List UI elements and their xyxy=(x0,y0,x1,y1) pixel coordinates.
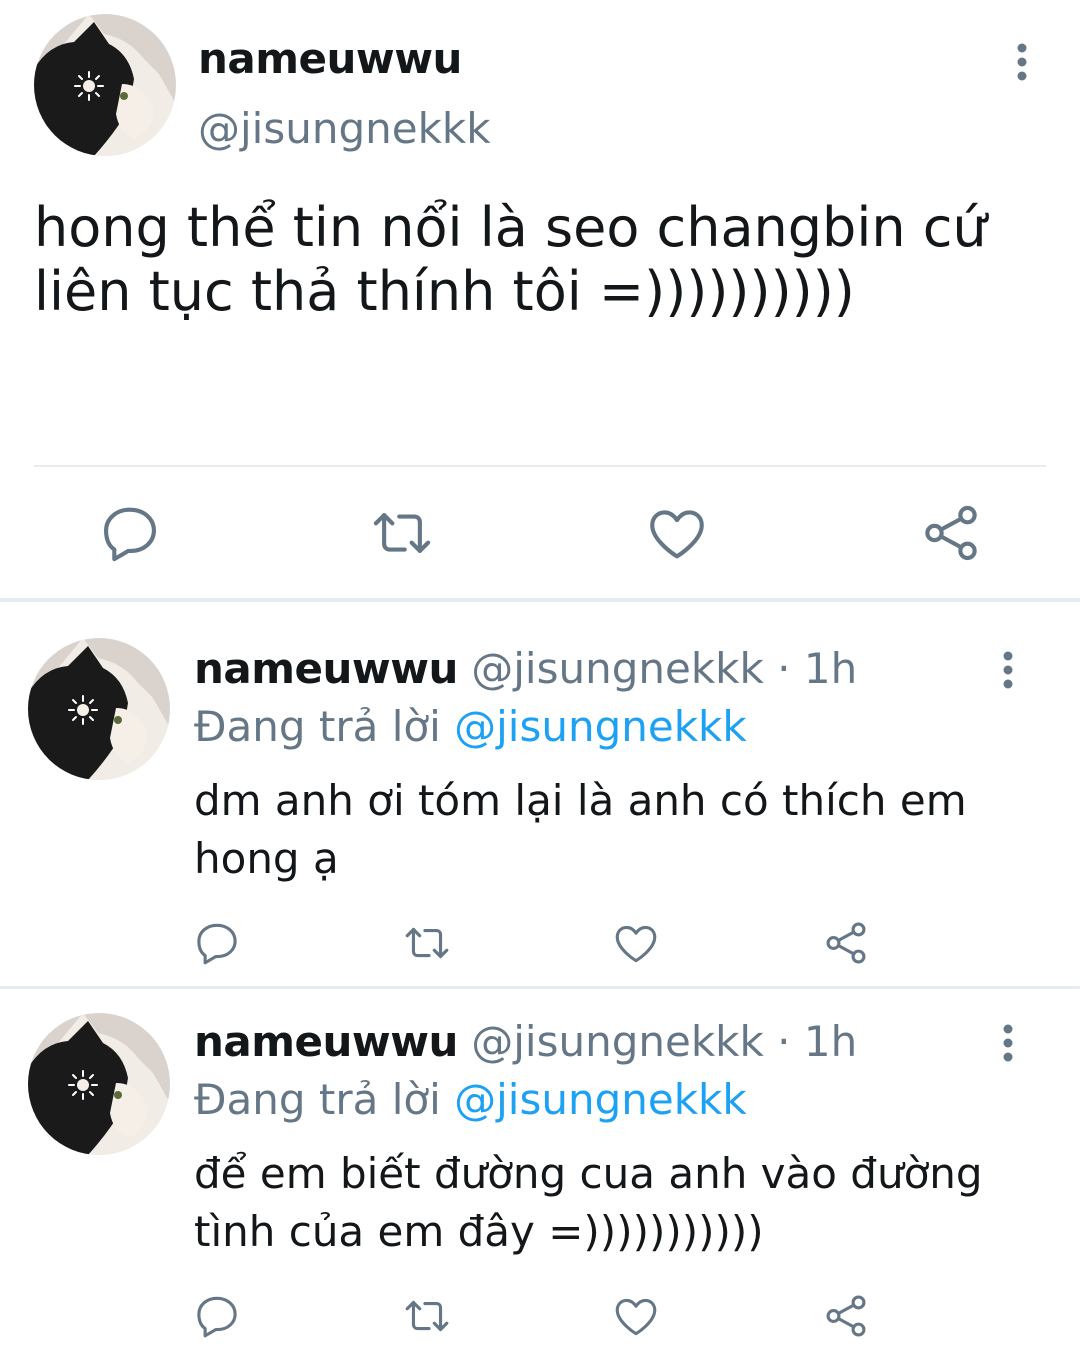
replying-to: Đang trả lời @jisungnekkk xyxy=(194,702,747,751)
like-icon[interactable] xyxy=(611,1291,661,1341)
avatar-cat-image xyxy=(28,1013,170,1155)
avatar-cat-image xyxy=(34,14,176,156)
more-vertical-icon[interactable] xyxy=(990,1021,1026,1065)
more-vertical-icon[interactable] xyxy=(990,648,1026,692)
main-tweet[interactable]: nameuwwu @jisungnekkk hong thể tin nổi l… xyxy=(0,0,1080,598)
display-name[interactable]: nameuwwu xyxy=(194,644,458,693)
reply-header: nameuwwu @jisungnekkk · 1h xyxy=(194,644,857,693)
avatar[interactable] xyxy=(28,638,170,780)
avatar-cat-image xyxy=(28,638,170,780)
tweet-text: hong thể tin nổi là seo changbin cứ liên… xyxy=(34,196,987,323)
tweet-thread: nameuwwu @jisungnekkk hong thể tin nổi l… xyxy=(0,0,1080,1364)
like-icon[interactable] xyxy=(644,500,710,566)
handle-time[interactable]: @jisungnekkk · 1h xyxy=(471,644,857,693)
retweet-icon[interactable] xyxy=(402,1291,452,1341)
reply-tweet[interactable]: nameuwwu @jisungnekkk · 1h Đang trả lời … xyxy=(0,989,1080,1364)
tweet-actions xyxy=(0,1291,1080,1341)
share-icon[interactable] xyxy=(918,500,984,566)
share-icon[interactable] xyxy=(821,918,871,968)
avatar[interactable] xyxy=(28,1013,170,1155)
handle[interactable]: @jisungnekkk xyxy=(198,104,491,153)
mention-link[interactable]: @jisungnekkk xyxy=(454,1075,747,1124)
reply-tweet[interactable]: nameuwwu @jisungnekkk · 1h Đang trả lời … xyxy=(0,602,1080,986)
replying-to: Đang trả lời @jisungnekkk xyxy=(194,1075,747,1124)
reply-icon[interactable] xyxy=(97,500,163,566)
retweet-icon[interactable] xyxy=(402,918,452,968)
tweet-text: dm anh ơi tóm lại là anh có thích em hon… xyxy=(194,776,967,883)
handle-time[interactable]: @jisungnekkk · 1h xyxy=(471,1017,857,1066)
mention-link[interactable]: @jisungnekkk xyxy=(454,702,747,751)
replying-prefix: Đang trả lời xyxy=(194,1075,441,1124)
reply-icon[interactable] xyxy=(192,918,242,968)
like-icon[interactable] xyxy=(611,918,661,968)
tweet-text: để em biết đường cua anh vào đường tình … xyxy=(194,1149,983,1256)
share-icon[interactable] xyxy=(821,1291,871,1341)
retweet-icon[interactable] xyxy=(369,500,435,566)
display-name[interactable]: nameuwwu xyxy=(198,34,462,83)
replying-prefix: Đang trả lời xyxy=(194,702,441,751)
display-name[interactable]: nameuwwu xyxy=(194,1017,458,1066)
tweet-actions xyxy=(0,918,1080,968)
avatar[interactable] xyxy=(34,14,176,156)
reply-icon[interactable] xyxy=(192,1291,242,1341)
reply-header: nameuwwu @jisungnekkk · 1h xyxy=(194,1017,857,1066)
more-vertical-icon[interactable] xyxy=(1004,40,1040,84)
tweet-actions xyxy=(0,500,1080,566)
divider xyxy=(34,465,1046,467)
